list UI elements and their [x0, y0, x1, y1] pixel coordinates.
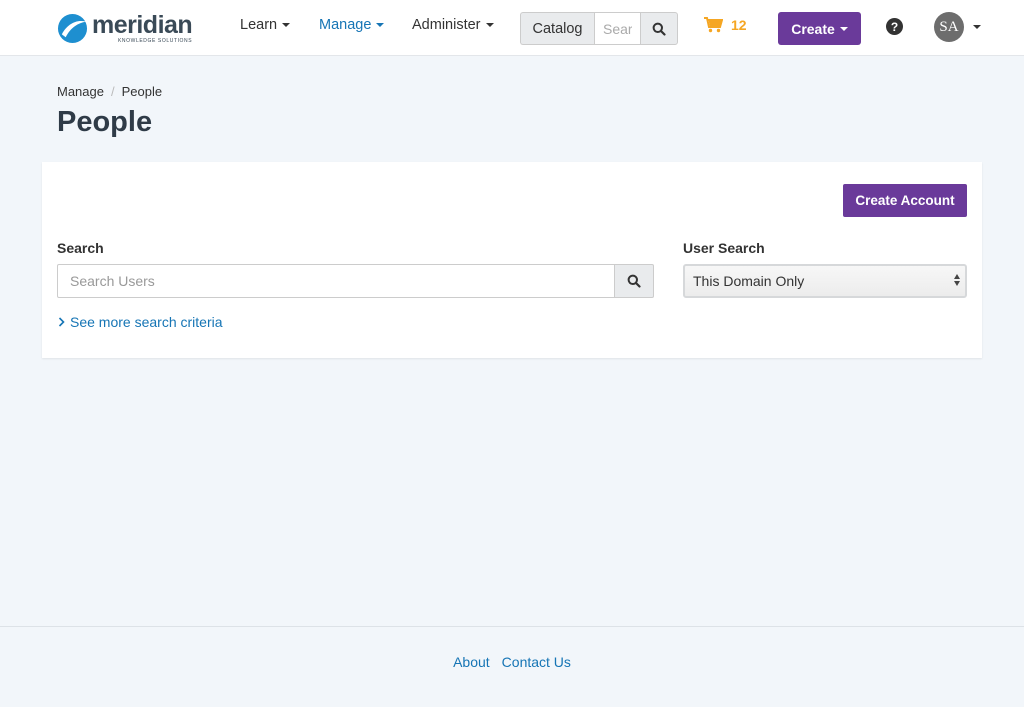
- footer-links: About Contact Us: [0, 654, 1024, 670]
- brand-name: meridian: [92, 10, 193, 39]
- caret-down-icon: [485, 23, 494, 27]
- breadcrumb: Manage / People: [57, 84, 162, 99]
- catalog-search-button[interactable]: [640, 12, 678, 45]
- user-menu[interactable]: SA: [934, 12, 981, 42]
- avatar: SA: [934, 12, 964, 42]
- nav-learn[interactable]: Learn: [240, 17, 291, 33]
- nav-manage[interactable]: Manage: [319, 17, 385, 33]
- question-circle-icon[interactable]: ?: [886, 18, 903, 35]
- caret-down-icon: [973, 25, 981, 29]
- user-search-group: [57, 264, 654, 298]
- brand-tagline: KNOWLEDGE SOLUTIONS: [118, 37, 193, 44]
- nav-manage-label: Manage: [319, 17, 372, 33]
- catalog-label[interactable]: Catalog: [520, 12, 594, 45]
- create-account-button[interactable]: Create Account: [843, 184, 967, 217]
- breadcrumb-manage[interactable]: Manage: [57, 84, 104, 99]
- meridian-logo[interactable]: meridian KNOWLEDGE SOLUTIONS: [57, 10, 193, 44]
- page-title: People: [57, 106, 153, 138]
- search-label: Search: [57, 240, 104, 256]
- meridian-logo-icon: [57, 13, 88, 43]
- search-icon: [652, 22, 666, 36]
- cart-icon: [704, 17, 723, 33]
- nav-learn-label: Learn: [240, 17, 278, 33]
- chevron-right-icon: [58, 317, 65, 327]
- user-search-selected: This Domain Only: [693, 273, 805, 289]
- create-button-label: Create: [791, 20, 835, 37]
- caret-down-icon: [376, 23, 385, 27]
- search-users-button[interactable]: [615, 264, 654, 298]
- nav-administer[interactable]: Administer: [412, 17, 494, 33]
- select-arrows-icon: [954, 274, 960, 286]
- caret-down-icon: [282, 23, 291, 27]
- breadcrumb-separator: /: [110, 84, 115, 99]
- cart-count: 12: [731, 17, 747, 33]
- user-search-select[interactable]: This Domain Only: [683, 264, 967, 298]
- search-users-input[interactable]: [57, 264, 615, 298]
- create-button[interactable]: Create: [778, 12, 861, 45]
- breadcrumb-people: People: [121, 84, 163, 99]
- more-search-criteria-link[interactable]: See more search criteria: [58, 314, 223, 330]
- user-search-label: User Search: [683, 240, 765, 256]
- caret-down-icon: [839, 26, 848, 31]
- footer: About Contact Us: [0, 626, 1024, 707]
- footer-contact-link[interactable]: Contact Us: [502, 654, 571, 670]
- catalog-search-group: Catalog: [520, 12, 678, 45]
- people-search-panel: Create Account Search User Search This D…: [42, 162, 982, 358]
- search-icon: [627, 274, 641, 288]
- cart-link[interactable]: 12: [704, 17, 747, 33]
- nav-administer-label: Administer: [412, 17, 481, 33]
- catalog-search-input[interactable]: [594, 12, 640, 45]
- more-search-criteria-label: See more search criteria: [70, 314, 223, 330]
- footer-about-link[interactable]: About: [453, 654, 490, 670]
- top-navbar: meridian KNOWLEDGE SOLUTIONS Learn Manag…: [0, 0, 1024, 56]
